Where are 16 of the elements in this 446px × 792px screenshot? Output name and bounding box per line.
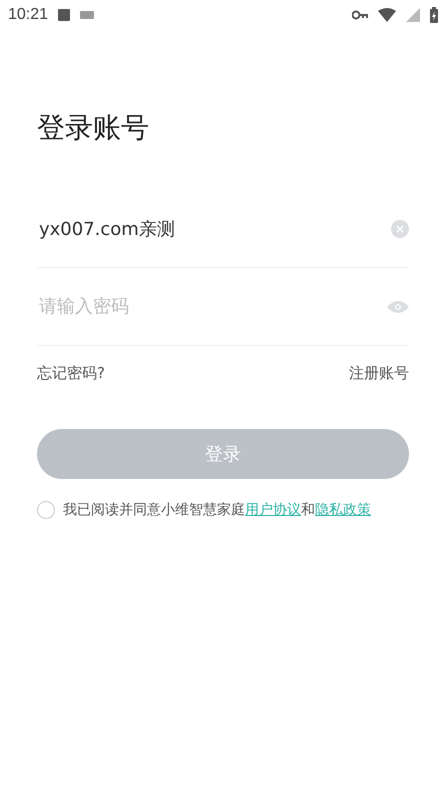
app-notification-icon [58, 9, 70, 21]
key-icon [352, 10, 368, 20]
signal-icon [406, 8, 420, 22]
account-field[interactable]: yx007.com亲测 [37, 217, 391, 240]
password-field[interactable]: 请输入密码 [37, 295, 387, 318]
wifi-icon [378, 8, 396, 22]
agreement-radio[interactable] [37, 501, 55, 519]
agreement-text: 我已阅读并同意小维智慧家庭用户协议和隐私政策 [63, 501, 371, 519]
battery-icon [430, 7, 438, 23]
register-link[interactable]: 注册账号 [349, 364, 409, 383]
forgot-password-link[interactable]: 忘记密码? [37, 364, 105, 383]
page-title: 登录账号 [37, 110, 150, 146]
clear-icon[interactable] [391, 220, 409, 238]
keyboard-icon [80, 11, 94, 19]
eye-icon[interactable] [387, 300, 409, 314]
status-time: 10:21 [8, 6, 48, 24]
